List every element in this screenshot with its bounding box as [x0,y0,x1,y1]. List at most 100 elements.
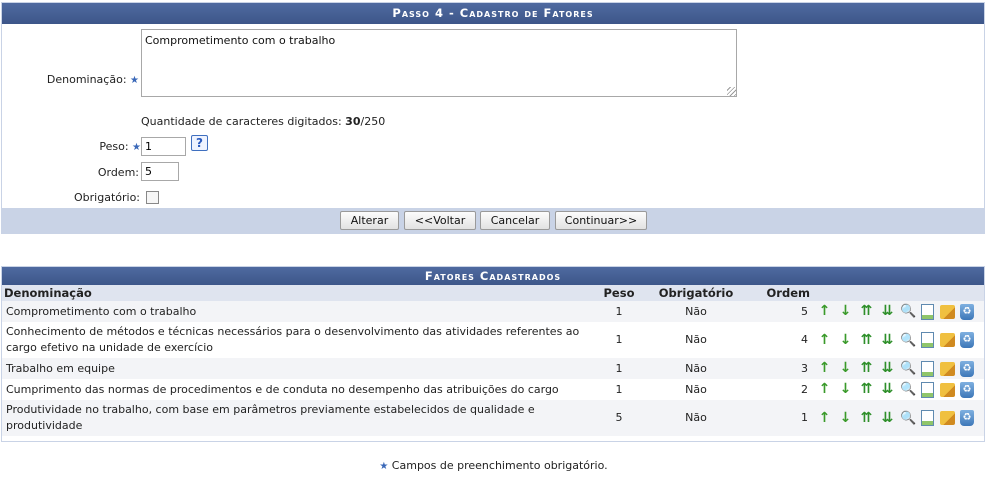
help-icon[interactable]: ? [191,135,208,151]
move-to-bottom-icon[interactable]: ⇊ [879,381,896,398]
details-icon[interactable] [921,410,934,426]
resize-grip-icon[interactable] [727,87,736,96]
move-to-bottom-icon[interactable]: ⇊ [879,332,896,349]
cell-ordem: 3 [748,358,812,379]
table-row: Comprometimento com o trabalho 1 Não 5 ↑ ↓ ⇈ ⇊ 🔍… [2,301,984,322]
required-fields-text: Campos de preenchimento obrigatório. [388,459,608,472]
details-icon[interactable] [921,381,934,398]
obrigatorio-label: Obrigatório: [74,191,140,204]
continuar-button[interactable]: Continuar>> [555,211,647,230]
col-ordem: Ordem [748,285,812,301]
cell-obrigatorio: Não [644,379,748,400]
view-icon[interactable]: 🔍 [900,381,917,398]
move-down-icon[interactable]: ↓ [837,303,854,320]
cell-denominacao: Produtividade no trabalho, com base em p… [2,400,594,436]
col-obrigatorio: Obrigatório [644,285,748,301]
cell-peso: 1 [594,358,644,379]
cell-denominacao: Cumprimento das normas de procedimentos … [2,379,594,400]
delete-icon[interactable]: ♻ [960,410,974,426]
table-header-row: Denominação Peso Obrigatório Ordem [2,285,984,301]
required-fields-note: ★ Campos de preenchimento obrigatório. [0,459,987,472]
move-down-icon[interactable]: ↓ [837,410,854,427]
view-icon[interactable]: 🔍 [900,360,917,377]
move-to-bottom-icon[interactable]: ⇊ [879,303,896,320]
form-title: Passo 4 - Cadastro de Fatores [2,3,984,24]
char-count-value: 30 [345,115,361,128]
ordem-label-row: Ordem: [2,166,139,180]
move-up-icon[interactable]: ↑ [816,332,833,349]
table-row: Cumprimento das normas de procedimentos … [2,379,984,400]
move-down-icon[interactable]: ↓ [837,332,854,349]
move-down-icon[interactable]: ↓ [837,360,854,377]
delete-icon[interactable]: ♻ [960,360,974,377]
cell-peso: 1 [594,379,644,400]
edit-icon[interactable] [940,333,955,347]
move-up-icon[interactable]: ↑ [816,360,833,377]
move-down-icon[interactable]: ↓ [837,381,854,398]
edit-icon[interactable] [940,411,955,425]
delete-icon[interactable]: ♻ [960,332,974,348]
move-up-icon[interactable]: ↑ [816,303,833,320]
delete-icon[interactable]: ♻ [960,303,974,320]
cell-peso: 1 [594,322,644,358]
cell-peso: 5 [594,400,644,436]
row-actions: ↑ ↓ ⇈ ⇊ 🔍 ♻ [812,358,984,379]
move-to-top-icon[interactable]: ⇈ [858,303,875,320]
cell-obrigatorio: Não [644,400,748,436]
fatores-cadastrados-panel: Fatores Cadastrados Denominação Peso Obr… [1,266,985,442]
peso-input[interactable] [141,137,186,156]
cell-obrigatorio: Não [644,322,748,358]
move-to-bottom-icon[interactable]: ⇊ [879,360,896,377]
cell-ordem: 5 [748,301,812,322]
row-actions: ↑ ↓ ⇈ ⇊ 🔍 ♻ [812,379,984,400]
cell-denominacao: Conhecimento de métodos e técnicas neces… [2,322,594,358]
details-icon[interactable] [921,360,934,377]
denominacao-label: Denominação: [46,73,127,86]
table-row: Conhecimento de métodos e técnicas neces… [2,322,984,358]
edit-icon[interactable] [940,304,955,319]
table-row: Produtividade no trabalho, com base em p… [2,400,984,436]
view-icon[interactable]: 🔍 [900,410,917,427]
cell-ordem: 2 [748,379,812,400]
cell-denominacao: Trabalho em equipe [2,358,594,379]
move-up-icon[interactable]: ↑ [816,410,833,427]
details-icon[interactable] [921,332,934,348]
voltar-button[interactable]: <<Voltar [404,211,476,230]
peso-label-row: Peso: ★ [2,140,141,154]
table-row: Trabalho em equipe 1 Não 3 ↑ ↓ ⇈ ⇊ 🔍 ♻ [2,358,984,379]
cadastro-fatores-form: Passo 4 - Cadastro de Fatores Denominaçã… [1,2,985,234]
view-icon[interactable]: 🔍 [900,303,917,320]
view-icon[interactable]: 🔍 [900,332,917,349]
delete-icon[interactable]: ♻ [960,381,974,398]
cell-peso: 1 [594,301,644,322]
edit-icon[interactable] [940,382,955,397]
char-count-prefix: Quantidade de caracteres digitados: [141,115,346,128]
obrigatorio-checkbox[interactable] [146,191,159,204]
row-actions: ↑ ↓ ⇈ ⇊ 🔍 ♻ [812,400,984,436]
edit-icon[interactable] [940,361,955,376]
ordem-input[interactable] [141,162,179,181]
obrigatorio-label-row: Obrigatório: [2,191,140,205]
denominacao-textarea[interactable]: Comprometimento com o trabalho [141,29,737,97]
cell-obrigatorio: Não [644,301,748,322]
required-star-icon: ★ [379,461,389,472]
required-star-icon: ★ [132,142,141,153]
move-to-bottom-icon[interactable]: ⇊ [879,410,896,427]
row-actions: ↑ ↓ ⇈ ⇊ 🔍 ♻ [812,322,984,358]
move-to-top-icon[interactable]: ⇈ [858,360,875,377]
cell-denominacao: Comprometimento com o trabalho [2,301,594,322]
fatores-table: Denominação Peso Obrigatório Ordem Compr… [2,285,984,436]
cell-ordem: 4 [748,322,812,358]
details-icon[interactable] [921,303,934,320]
move-to-top-icon[interactable]: ⇈ [858,332,875,349]
cancelar-button[interactable]: Cancelar [480,211,550,230]
char-counter: Quantidade de caracteres digitados: 30/2… [141,115,385,128]
move-to-top-icon[interactable]: ⇈ [858,410,875,427]
cell-obrigatorio: Não [644,358,748,379]
move-to-top-icon[interactable]: ⇈ [858,381,875,398]
col-actions [812,285,984,301]
required-star-icon: ★ [130,75,139,86]
alterar-button[interactable]: Alterar [340,211,399,230]
row-actions: ↑ ↓ ⇈ ⇊ 🔍 ♻ [812,301,984,322]
move-up-icon[interactable]: ↑ [816,381,833,398]
